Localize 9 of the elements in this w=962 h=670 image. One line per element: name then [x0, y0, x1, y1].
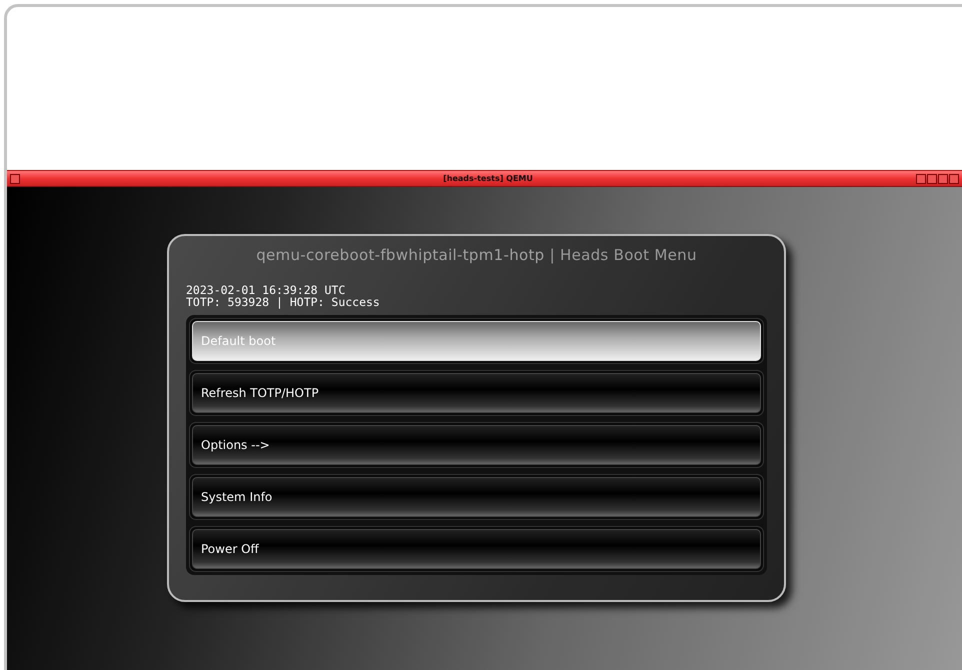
menu-item[interactable]: Refresh TOTP/HOTP: [192, 373, 761, 413]
menu-item[interactable]: System Info: [192, 477, 761, 517]
menu-item[interactable]: Power Off: [192, 529, 761, 569]
dialog-title: qemu-coreboot-fbwhiptail-tpm1-hotp | Heads Boot Menu: [255, 246, 698, 264]
window-menu-icon[interactable]: [10, 174, 20, 184]
status-text: TOTP: 593928 | HOTP: Success: [186, 296, 381, 308]
status-text: 2023-02-01 16:39:28 UTC: [186, 284, 346, 296]
window-title: [heads-tests] QEMU: [443, 174, 533, 183]
menu-item[interactable]: Options -->: [192, 425, 761, 465]
